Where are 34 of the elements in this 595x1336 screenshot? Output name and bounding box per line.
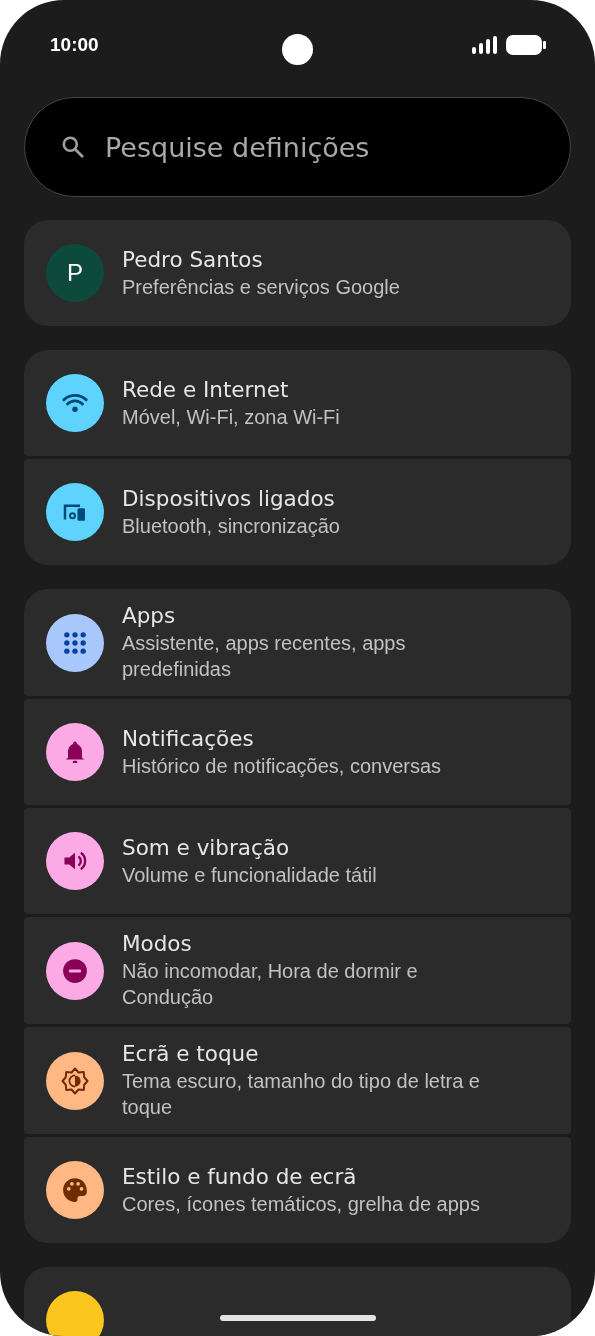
item-subtitle: Histórico de notificações, conversas (122, 753, 442, 779)
settings-item[interactable]: Apps Assistente, apps recentes, apps predefinidas (24, 589, 571, 696)
item-title: Modos (122, 931, 193, 956)
item-title: Notificações (122, 725, 255, 751)
settings-item[interactable]: P Pedro Santos Preferências e serviços Google (24, 220, 571, 326)
item-title: Apps (122, 603, 177, 628)
item-subtitle: Volume e funcionalidade tátil (122, 862, 377, 888)
item-subtitle: Assistente, apps recentes, apps predefinidas (122, 631, 407, 682)
item-subtitle: Preferências e serviços Google (122, 274, 400, 300)
settings-item[interactable]: Dispositivos ligados Bluetooth, sincronização (24, 459, 571, 565)
item-title: Pedro Santos (122, 246, 264, 272)
item-title: Dispositivos ligados (122, 485, 336, 511)
settings-item[interactable]: Rede e Internet Móvel, Wi-Fi, zona Wi-Fi (24, 350, 571, 456)
item-subtitle: Móvel, Wi-Fi, zona Wi-Fi (122, 404, 340, 430)
settings-item[interactable]: Notificações Histórico de notificações, conversas (24, 699, 571, 805)
item-title: Som e vibração (122, 834, 291, 860)
item-title: Estilo e fundo de ecrã (122, 1163, 358, 1189)
item-subtitle: Cores, ícones temáticos, grelha de apps (122, 1191, 480, 1217)
settings-item[interactable]: Ecrã e toque Tema escuro, tamanho do tipo de letra e toque (24, 1027, 571, 1134)
item-subtitle: Tema escuro, tamanho do tipo de letra e toque (122, 1069, 481, 1120)
search-icon (60, 134, 86, 160)
settings-item[interactable]: Modos Não incomodar, Hora de dormir e Condução (24, 917, 571, 1024)
item-subtitle: Não incomodar, Hora de dormir e Condução (122, 959, 419, 1010)
item-subtitle: Bluetooth, sincronização (122, 513, 340, 539)
item-title: Ecrã e toque (122, 1041, 260, 1066)
item-title: Rede e Internet (122, 376, 290, 402)
avatar: P (46, 244, 104, 302)
camera-dot (282, 34, 313, 65)
battery-icon (506, 35, 546, 55)
settings-item[interactable]: Som e vibração Volume e funcionalidade tátil (24, 808, 571, 914)
status-time: 10:00 (50, 34, 99, 56)
search-field[interactable]: Pesquise definições (24, 97, 571, 197)
signal-icon (472, 36, 498, 54)
settings-item[interactable]: Estilo e fundo de ecrã Cores, ícones temáticos, grelha de apps (24, 1137, 571, 1243)
